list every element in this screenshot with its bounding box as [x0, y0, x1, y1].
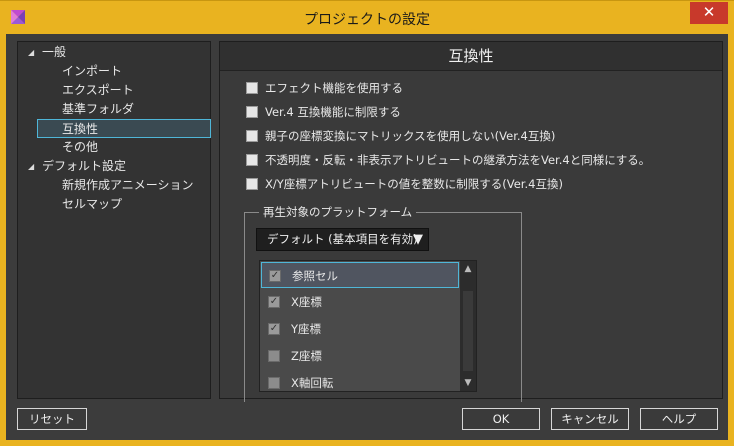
panel-title: 互換性 [220, 42, 722, 71]
item-label: Z座標 [291, 349, 322, 363]
tree-item-compatibility[interactable]: 互換性 [37, 119, 211, 138]
item-label: Y座標 [291, 322, 322, 336]
cancel-button[interactable]: キャンセル [551, 408, 629, 430]
option-label: エフェクト機能を使用する [265, 81, 403, 95]
list-item[interactable]: ✓ X座標 [261, 289, 459, 315]
tree-item-export[interactable]: エクスポート [62, 81, 134, 100]
checkbox[interactable] [246, 178, 258, 190]
attribute-list[interactable]: ✓ 参照セル ✓ X座標 ✓ Y座標 Z座標 X軸回転 ▲ ▼ [259, 260, 477, 392]
checkbox[interactable] [246, 154, 258, 166]
checkbox[interactable] [246, 130, 258, 142]
list-item[interactable]: ✓ Y座標 [261, 316, 459, 342]
scroll-thumb[interactable] [463, 291, 473, 371]
list-scrollbar[interactable]: ▲ ▼ [460, 261, 476, 391]
expand-toggle-icon[interactable]: ◢ [28, 48, 34, 57]
tree-item-base-folder[interactable]: 基準フォルダ [62, 100, 134, 119]
compatibility-panel: 互換性 エフェクト機能を使用する Ver.4 互換機能に制限する 親子の座標変換… [219, 41, 723, 402]
scroll-down-icon[interactable]: ▼ [460, 375, 476, 391]
check-icon[interactable]: ✓ [269, 270, 281, 282]
ok-button[interactable]: OK [462, 408, 540, 430]
item-label: X座標 [291, 295, 322, 309]
checkbox[interactable] [268, 350, 280, 362]
list-item[interactable]: ✓ 参照セル [261, 262, 459, 288]
checkbox[interactable] [246, 106, 258, 118]
list-item[interactable]: X軸回転 [261, 370, 459, 391]
window-title: プロジェクトの設定 [304, 12, 430, 28]
expand-toggle-icon[interactable]: ◢ [28, 162, 34, 171]
settings-tree: ◢ 一般 インポート エクスポート 基準フォルダ 互換性 その他 ◢ デフォルト… [17, 41, 211, 399]
close-icon: ✕ [702, 3, 716, 21]
scroll-up-icon[interactable]: ▲ [460, 261, 476, 277]
item-label: X軸回転 [291, 376, 334, 390]
check-icon[interactable]: ✓ [268, 323, 280, 335]
list-item[interactable]: Z座標 [261, 343, 459, 369]
option-label: X/Y座標アトリビュートの値を整数に制限する(Ver.4互換) [265, 177, 563, 191]
item-label: 参照セル [292, 269, 338, 283]
close-button[interactable]: ✕ [690, 2, 728, 24]
checkbox[interactable] [246, 82, 258, 94]
select-value: デフォルト (基本項目を有効) [267, 232, 418, 246]
settings-window: ◢ 一般 インポート エクスポート 基準フォルダ 互換性 その他 ◢ デフォルト… [0, 34, 734, 446]
tree-item-default-settings[interactable]: デフォルト設定 [42, 157, 126, 176]
tree-item-import[interactable]: インポート [62, 62, 122, 81]
tree-item-label: 互換性 [62, 122, 99, 136]
platform-select[interactable]: デフォルト (基本項目を有効) ▼ [256, 228, 429, 251]
option-label: Ver.4 互換機能に制限する [265, 105, 401, 119]
tree-item-new-animation[interactable]: 新規作成アニメーション [62, 176, 194, 195]
help-button[interactable]: ヘルプ [640, 408, 718, 430]
checkbox[interactable] [268, 377, 280, 389]
group-title: 再生対象のプラットフォーム [259, 204, 417, 220]
option-label: 不透明度・反転・非表示アトリビュートの継承方法をVer.4と同様にする。 [265, 153, 651, 167]
reset-button[interactable]: リセット [17, 408, 87, 430]
option-label: 親子の座標変換にマトリックスを使用しない(Ver.4互換) [265, 129, 556, 143]
tree-item-cellmap[interactable]: セルマップ [62, 195, 122, 214]
dropdown-arrow-icon: ▼ [413, 232, 423, 247]
check-icon[interactable]: ✓ [268, 296, 280, 308]
tree-item-other[interactable]: その他 [62, 138, 98, 157]
title-bar: プロジェクトの設定 ✕ [0, 0, 734, 34]
tree-item-general[interactable]: 一般 [42, 43, 66, 62]
